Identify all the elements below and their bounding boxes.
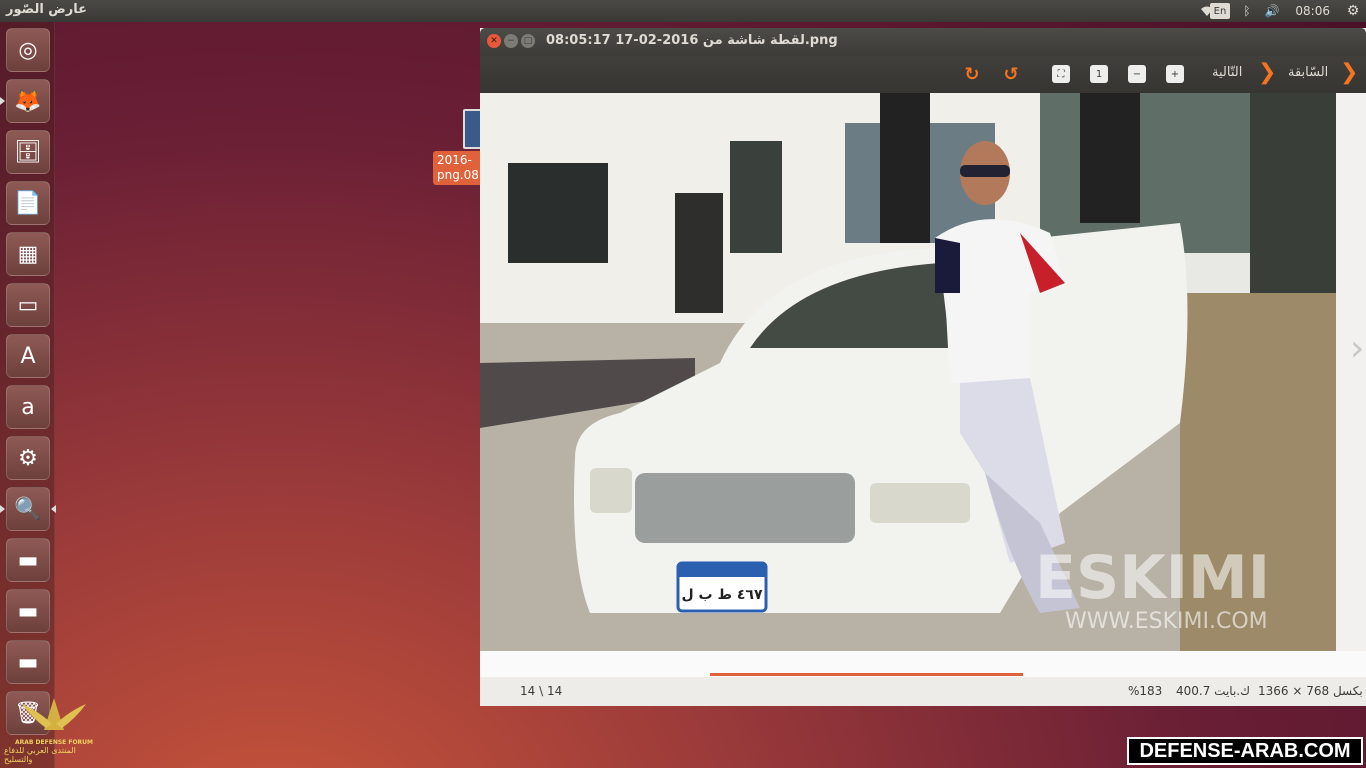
launcher-system-settings[interactable]: ⚙ bbox=[6, 436, 50, 480]
launcher-impress[interactable]: ▭ bbox=[6, 283, 50, 327]
image-viewer-icon: 🔍 bbox=[14, 496, 42, 522]
launcher-firefox[interactable]: 🦊 bbox=[6, 79, 50, 123]
software-center-icon: A bbox=[20, 343, 36, 369]
system-settings-icon: ⚙ bbox=[18, 445, 38, 471]
launcher: ◎ 🦊 🗄 📄 ▦ ▭ Aa ⚙ 🔍 ▬ ▬ ▬ 🗑 bbox=[0, 22, 56, 768]
desktop-file-label-line1: 2016- bbox=[437, 153, 472, 167]
forum-logo: ARAB DEFENSE FORUM المنتدى العربي للدفاع… bbox=[4, 690, 104, 764]
desktop-file-label-line2: png.08 bbox=[437, 168, 479, 182]
prev-button[interactable]: السّابقة bbox=[1288, 65, 1328, 80]
eagle-wings-icon bbox=[22, 698, 86, 730]
focused-indicator-icon bbox=[51, 505, 56, 513]
thumbnail-scrub-area[interactable] bbox=[480, 651, 1366, 677]
forum-name-en: ARAB DEFENSE FORUM bbox=[14, 739, 94, 746]
viewer-toolbar: ↻ ↺ ⛶ 1 − + التّالية ❯ السّابقة ❯ bbox=[480, 56, 1366, 93]
displayed-photo[interactable]: ٤٦٧ ط ب ل ESKIMI WWW.ESKIMI.COM bbox=[480, 93, 1336, 651]
launcher-image-viewer[interactable]: 🔍 bbox=[6, 487, 50, 531]
drive-1-icon: ▬ bbox=[17, 547, 39, 573]
photo-illustration: ٤٦٧ ط ب ل ESKIMI WWW.ESKIMI.COM bbox=[480, 93, 1336, 651]
launcher-calc[interactable]: ▦ bbox=[6, 232, 50, 276]
zoom-fit-icon[interactable]: 1 bbox=[1090, 65, 1108, 83]
site-watermark: DEFENSE-ARAB.COM bbox=[1127, 737, 1363, 765]
zoom-out-icon[interactable]: − bbox=[1128, 65, 1146, 83]
launcher-ubuntu-dash[interactable]: ◎ bbox=[6, 28, 50, 72]
launcher-files[interactable]: 🗄 bbox=[6, 130, 50, 174]
photo-side-strip bbox=[1336, 93, 1366, 651]
keyboard-layout-indicator[interactable]: En bbox=[1210, 3, 1230, 19]
chevron-next-icon[interactable]: ❯ bbox=[1258, 60, 1276, 85]
writer-icon: 📄 bbox=[14, 190, 42, 216]
calc-icon: ▦ bbox=[17, 241, 39, 267]
photo-watermark: ESKIMI bbox=[1035, 543, 1270, 613]
maximize-icon: □ bbox=[523, 36, 533, 46]
drive-2-icon: ▬ bbox=[17, 598, 39, 624]
minimize-button[interactable]: − bbox=[504, 34, 518, 48]
maximize-button[interactable]: □ bbox=[521, 34, 535, 48]
running-indicator-icon bbox=[0, 97, 5, 105]
volume-icon[interactable]: 🔊 bbox=[1262, 2, 1282, 20]
running-indicator-icon bbox=[0, 505, 5, 513]
impress-icon: ▭ bbox=[17, 292, 39, 318]
forum-name-ar: المنتدى العربي للدفاع والتسليح bbox=[4, 746, 76, 764]
minimize-icon: − bbox=[507, 36, 515, 46]
image-dimensions: 1366 × 768 بكسل bbox=[1258, 684, 1363, 698]
viewer-statusbar: 14 \ 14 %183 400.7 ك.بايت 1366 × 768 بكس… bbox=[480, 677, 1366, 706]
top-panel: عارض الصّور En ᛒ 🔊 08:06 ⚙ bbox=[0, 0, 1366, 22]
rotate-right-icon[interactable]: ↻ bbox=[962, 64, 982, 85]
page-count: 14 \ 14 bbox=[520, 684, 563, 698]
ubuntu-dash-icon: ◎ bbox=[18, 37, 38, 63]
app-title: عارض الصّور bbox=[6, 2, 88, 17]
close-icon: ✕ bbox=[490, 36, 498, 46]
bluetooth-icon[interactable]: ᛒ bbox=[1240, 2, 1254, 20]
launcher-software-center[interactable]: A bbox=[6, 334, 50, 378]
launcher-amazon[interactable]: a bbox=[6, 385, 50, 429]
launcher-writer[interactable]: 📄 bbox=[6, 181, 50, 225]
window-title: لقطة شاشة من 2016-02-17 08:05:17.png bbox=[546, 33, 838, 48]
fullscreen-icon[interactable]: ⛶ bbox=[1052, 65, 1070, 83]
close-button[interactable]: ✕ bbox=[487, 34, 501, 48]
file-size: 400.7 ك.بايت bbox=[1176, 684, 1250, 698]
rotate-left-icon[interactable]: ↺ bbox=[1001, 64, 1021, 85]
files-icon: 🗄 bbox=[14, 139, 42, 165]
desktop-file-label[interactable]: 2016- png.08 bbox=[433, 151, 483, 185]
scrub-position-bar[interactable] bbox=[710, 673, 1023, 676]
chevron-prev-icon[interactable]: ❯ bbox=[1340, 60, 1358, 85]
chevron-right-overlay-icon[interactable]: › bbox=[1350, 328, 1364, 369]
drive-3-icon: ▬ bbox=[17, 649, 39, 675]
clock[interactable]: 08:06 bbox=[1295, 2, 1330, 20]
license-plate-text: ٤٦٧ ط ب ل bbox=[681, 587, 762, 603]
launcher-drive-3[interactable]: ▬ bbox=[6, 640, 50, 684]
amazon-icon: a bbox=[21, 394, 35, 420]
session-gear-icon[interactable]: ⚙ bbox=[1344, 2, 1362, 20]
zoom-level: %183 bbox=[1128, 684, 1163, 698]
launcher-drive-1[interactable]: ▬ bbox=[6, 538, 50, 582]
zoom-in-icon[interactable]: + bbox=[1166, 65, 1184, 83]
photo-watermark-url: WWW.ESKIMI.COM bbox=[1065, 609, 1268, 634]
window-titlebar[interactable]: ✕ − □ لقطة شاشة من 2016-02-17 08:05:17.p… bbox=[480, 28, 1366, 56]
firefox-icon: 🦊 bbox=[14, 88, 42, 114]
next-button[interactable]: التّالية bbox=[1212, 65, 1242, 80]
launcher-drive-2[interactable]: ▬ bbox=[6, 589, 50, 633]
image-viewer-window: ✕ − □ لقطة شاشة من 2016-02-17 08:05:17.p… bbox=[480, 28, 1366, 706]
